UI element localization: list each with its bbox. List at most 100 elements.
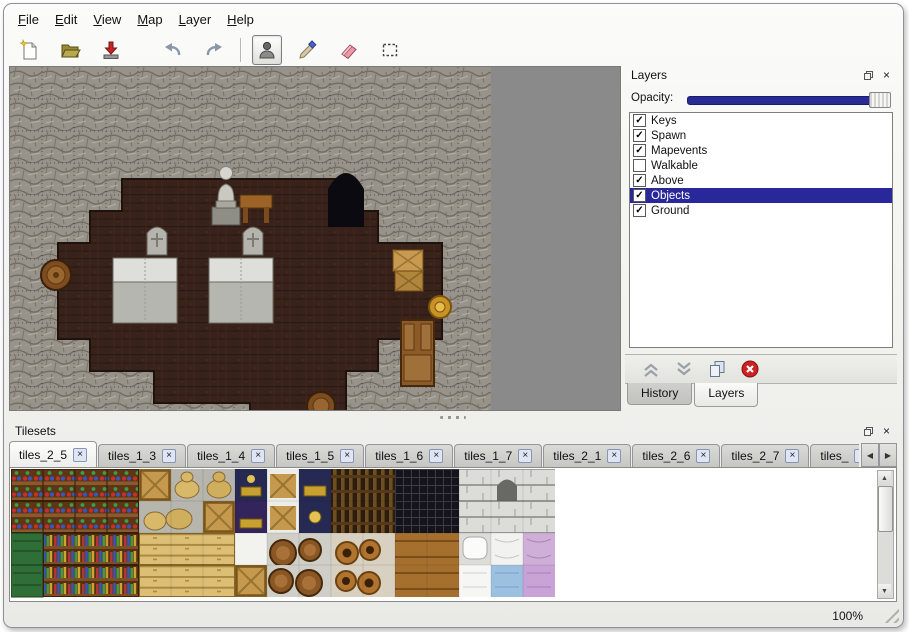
tileset-tab[interactable]: tiles_2_5 × [9, 441, 97, 467]
redo-button[interactable] [199, 35, 229, 65]
tab-history[interactable]: History [627, 383, 692, 405]
panel-title-label: Layers [631, 68, 667, 82]
visibility-checkbox[interactable]: ✓ [633, 144, 646, 157]
splitter-grip-dots [440, 416, 466, 419]
save-icon [100, 39, 122, 61]
crate-stack [393, 250, 423, 291]
close-icon[interactable]: × [518, 449, 532, 463]
visibility-checkbox[interactable]: ✓ [633, 114, 646, 127]
tab-scroll-right-button[interactable]: ▶ [879, 443, 897, 467]
tileset-tab[interactable]: tiles_1_3 × [98, 444, 186, 467]
tileset-tab[interactable]: tiles_2_1 × [543, 444, 631, 467]
stone-altar [113, 258, 177, 323]
tileset-canvas[interactable]: ▲ ▼ [9, 467, 897, 602]
visibility-checkbox[interactable]: ✓ [633, 174, 646, 187]
app-window: File Edit View Map Layer Help [3, 3, 904, 628]
eraser-icon [338, 39, 360, 61]
visibility-checkbox[interactable]: ✓ [633, 189, 646, 202]
golden-horn [429, 296, 451, 318]
map-viewport[interactable] [9, 66, 621, 411]
scroll-up-button[interactable]: ▲ [878, 471, 891, 485]
scroll-down-button[interactable]: ▼ [878, 584, 891, 598]
tileset-tab[interactable]: tiles_2_6 × [632, 444, 720, 467]
layer-row-mapevents[interactable]: ✓ Mapevents [630, 143, 892, 158]
splitter-handle[interactable] [9, 412, 897, 422]
layer-row-objects[interactable]: ✓ Objects [630, 188, 892, 203]
float-window-icon[interactable] [862, 69, 875, 82]
delete-layer-button[interactable] [738, 357, 762, 381]
tombstone [147, 227, 167, 255]
layer-row-above[interactable]: ✓ Above [630, 173, 892, 188]
layer-row-walkable[interactable]: ✓ Walkable [630, 158, 892, 173]
tab-scroll-left-button[interactable]: ◀ [861, 443, 879, 467]
close-icon[interactable]: × [880, 69, 893, 82]
menu-help[interactable]: Help [219, 9, 262, 30]
resize-grip[interactable] [884, 608, 899, 623]
tileset-tab[interactable]: tiles_2_7 × [721, 444, 809, 467]
opacity-row: Opacity: [625, 90, 897, 108]
opacity-label: Opacity: [631, 92, 673, 104]
person-stamp-icon [256, 39, 278, 61]
tileset-vertical-scrollbar[interactable]: ▲ ▼ [877, 470, 894, 599]
visibility-checkbox[interactable]: ✓ [633, 129, 646, 142]
tileset-tab[interactable]: tiles_1_4 × [187, 444, 275, 467]
menu-file[interactable]: File [10, 9, 47, 30]
opacity-slider[interactable] [687, 91, 891, 107]
float-window-icon[interactable] [862, 425, 875, 438]
tileset-tab[interactable]: tiles_1_6 × [365, 444, 453, 467]
layer-row-keys[interactable]: ✓ Keys [630, 113, 892, 128]
close-icon[interactable]: × [880, 425, 893, 438]
undo-icon [162, 39, 184, 61]
close-icon[interactable]: × [251, 449, 265, 463]
tilesets-panel: Tilesets × tiles_2_5 × tiles_1_3 × tiles… [9, 422, 897, 604]
duplicate-layer-button[interactable] [705, 357, 729, 381]
scrollbar-thumb[interactable] [878, 486, 893, 532]
close-icon[interactable]: × [429, 449, 443, 463]
menu-view[interactable]: View [85, 9, 129, 30]
tilesets-panel-title: Tilesets × [9, 422, 897, 440]
layer-row-spawn[interactable]: ✓ Spawn [630, 128, 892, 143]
move-layer-down-button[interactable] [672, 357, 696, 381]
move-layer-up-button[interactable] [639, 357, 663, 381]
close-icon[interactable]: × [162, 449, 176, 463]
close-icon[interactable]: × [854, 449, 859, 463]
tileset-tab[interactable]: tiles_1_7 × [454, 444, 542, 467]
fill-tool-button[interactable] [293, 35, 323, 65]
new-file-button[interactable] [14, 35, 44, 65]
tab-label: tiles_1_7 [464, 449, 512, 463]
cabinet [401, 320, 434, 386]
visibility-checkbox[interactable]: ✓ [633, 204, 646, 217]
save-button[interactable] [96, 35, 126, 65]
redo-icon [203, 39, 225, 61]
check-icon: ✓ [635, 206, 643, 215]
eraser-tool-button[interactable] [334, 35, 364, 65]
slider-handle[interactable] [869, 92, 891, 108]
close-icon[interactable]: × [696, 449, 710, 463]
close-icon[interactable]: × [340, 449, 354, 463]
slider-track[interactable] [687, 96, 891, 105]
close-icon[interactable]: × [73, 448, 87, 462]
tab-layers[interactable]: Layers [694, 383, 758, 407]
close-icon[interactable]: × [785, 449, 799, 463]
chevron-down-icon [674, 361, 694, 378]
close-icon[interactable]: × [607, 449, 621, 463]
check-icon: ✓ [635, 191, 643, 200]
menu-map[interactable]: Map [129, 9, 170, 30]
stone-altar [209, 258, 273, 323]
layer-row-ground[interactable]: ✓ Ground [630, 203, 892, 218]
zoom-level: 100% [832, 609, 863, 623]
menu-edit[interactable]: Edit [47, 9, 85, 30]
undo-button[interactable] [158, 35, 188, 65]
tileset-tab[interactable]: tiles_ × [810, 444, 859, 467]
open-folder-icon [59, 39, 81, 61]
tileset-tab[interactable]: tiles_1_5 × [276, 444, 364, 467]
tab-label: tiles_2_5 [19, 448, 67, 462]
open-button[interactable] [55, 35, 85, 65]
tab-label: tiles_1_4 [197, 449, 245, 463]
tileset-tab-bar: tiles_2_5 × tiles_1_3 × tiles_1_4 × tile… [9, 440, 859, 467]
menubar: File Edit View Map Layer Help [10, 8, 262, 30]
select-region-tool-button[interactable] [375, 35, 405, 65]
visibility-checkbox[interactable]: ✓ [633, 159, 646, 172]
stamp-tool-button[interactable] [252, 35, 282, 65]
menu-layer[interactable]: Layer [171, 9, 220, 30]
